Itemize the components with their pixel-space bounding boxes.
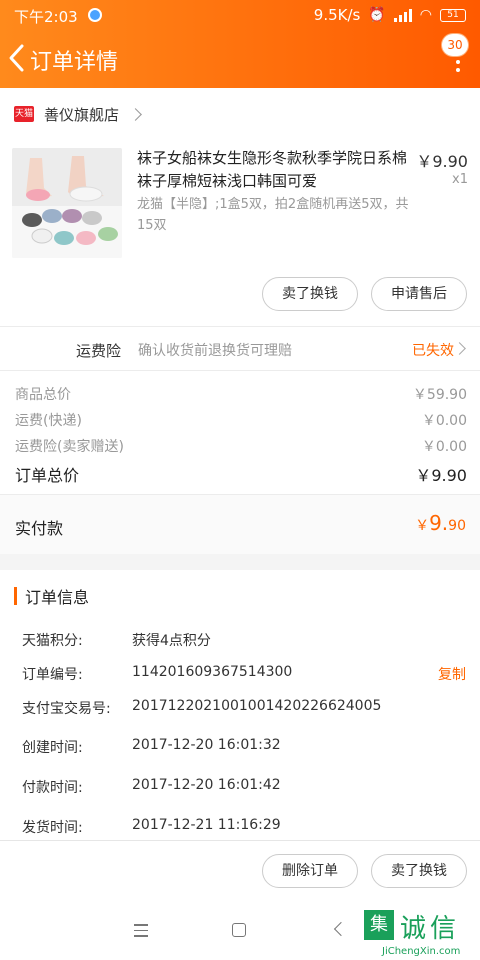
order-total-value: ￥9.90	[415, 466, 467, 485]
menu-icon[interactable]	[134, 924, 148, 937]
order-info-section: 订单信息 天猫积分: 获得4点积分 订单编号: 1142016093675143…	[0, 570, 480, 840]
chevron-right-icon	[129, 107, 142, 121]
shipping-insurance-status[interactable]: 已失效	[412, 340, 454, 360]
order-total-row: 订单总价 ￥9.90	[15, 462, 467, 486]
product-price: ￥9.90	[416, 152, 468, 171]
signal-icon	[393, 8, 412, 22]
section-accent-bar	[14, 587, 17, 605]
paid-integer: 9.	[429, 511, 449, 535]
copy-order-number-button[interactable]: 复制	[438, 664, 466, 684]
wifi-icon: ◠	[419, 7, 432, 23]
alarm-off-icon: ⏰	[368, 7, 386, 23]
order-info-title: 订单信息	[25, 588, 90, 607]
store-link[interactable]: 天猫 善仪旗舰店	[14, 103, 142, 125]
app-bar: 订单详情 30	[0, 30, 480, 88]
back-icon[interactable]	[333, 921, 349, 937]
paid-amount-row: 实付款 ￥9.90	[0, 494, 480, 554]
goods-total-row: 商品总价 ￥59.90	[15, 384, 467, 404]
watermark-url: JiChengXin.com	[382, 946, 461, 957]
status-bar: 下午2:03 9.5K/s ⏰ ◠ 51	[0, 0, 480, 30]
message-count-badge: 30	[442, 34, 468, 56]
shipping-insurance-label: 运费险	[76, 342, 122, 360]
paid-value: ￥9.90	[415, 511, 466, 535]
info-value: 2017-12-20 16:01:32	[132, 737, 281, 753]
product-image[interactable]	[12, 148, 122, 258]
watermark-logo: 集 诚信 JiChengXin.com	[362, 908, 480, 960]
goods-total-label: 商品总价	[15, 387, 71, 403]
network-speed: 9.5K/s	[313, 6, 361, 24]
info-key: 订单编号:	[22, 667, 83, 683]
insurance-fee-label: 运费险(卖家赠送)	[15, 439, 124, 455]
status-time: 下午2:03	[14, 8, 78, 26]
order-info-header: 订单信息	[14, 586, 90, 607]
product-quantity: x1	[452, 172, 468, 187]
after-sale-button[interactable]: 申请售后	[371, 277, 467, 311]
order-total-label: 订单总价	[15, 466, 80, 485]
paid-currency: ￥	[415, 518, 430, 534]
chevron-right-icon[interactable]	[453, 342, 466, 355]
header: 下午2:03 9.5K/s ⏰ ◠ 51 订单详情 30	[0, 0, 480, 88]
shipping-fee-row: 运费(快递) ￥0.00	[15, 410, 467, 430]
divider	[0, 370, 480, 371]
bottom-action-bar: 删除订单 卖了换钱	[0, 840, 480, 902]
shipping-fee-value: ￥0.00	[421, 413, 467, 429]
battery-icon: 51	[440, 8, 466, 22]
shipping-fee-label: 运费(快递)	[15, 413, 82, 429]
insurance-fee-value: ￥0.00	[421, 439, 467, 455]
watermark-box-icon: 集	[364, 910, 394, 940]
watermark-text: 诚信	[400, 914, 461, 944]
tmall-logo-icon: 天猫	[14, 106, 34, 122]
goods-total-value: ￥59.90	[412, 387, 467, 403]
paid-decimal: 90	[448, 518, 466, 534]
resell-button[interactable]: 卖了换钱	[262, 277, 358, 311]
info-value: 2017122021001001420226624005	[132, 698, 382, 714]
resell-button[interactable]: 卖了换钱	[371, 854, 467, 888]
paid-label: 实付款	[15, 519, 64, 538]
info-value: 获得4点积分	[132, 633, 211, 649]
info-key: 支付宝交易号:	[22, 701, 111, 717]
info-key: 发货时间:	[22, 820, 83, 836]
info-key: 天猫积分:	[22, 633, 83, 649]
status-right: 9.5K/s ⏰ ◠ 51	[314, 6, 466, 24]
insurance-fee-row: 运费险(卖家赠送) ￥0.00	[15, 436, 467, 456]
info-value: 114201609367514300	[132, 664, 293, 680]
info-value: 2017-12-20 16:01:42	[132, 777, 281, 793]
product-sku: 龙猫【半隐】;1盒5双，拍2盒随机再送5双，共15双	[137, 197, 409, 233]
divider	[0, 326, 480, 327]
notification-app-icon	[88, 8, 102, 22]
home-icon[interactable]	[232, 923, 246, 937]
product-title[interactable]: 袜子女船袜女生隐形冬款秋季学院日系棉袜子厚棉短袜浅口韩国可爱	[137, 147, 409, 193]
info-key: 付款时间:	[22, 780, 83, 796]
order-card: 天猫 善仪旗舰店 袜子女船袜女生隐形冬款秋季学院日系棉袜子厚棉短袜浅口韩国可爱 …	[0, 88, 480, 554]
shipping-insurance-desc: 确认收货前退换货可理赔	[138, 343, 292, 359]
delete-order-button[interactable]: 删除订单	[262, 854, 358, 888]
back-arrow-icon[interactable]	[6, 42, 28, 74]
store-name: 善仪旗舰店	[44, 105, 120, 124]
info-value: 2017-12-21 11:16:29	[132, 817, 281, 833]
info-key: 创建时间:	[22, 740, 83, 756]
page-title: 订单详情	[30, 50, 119, 75]
